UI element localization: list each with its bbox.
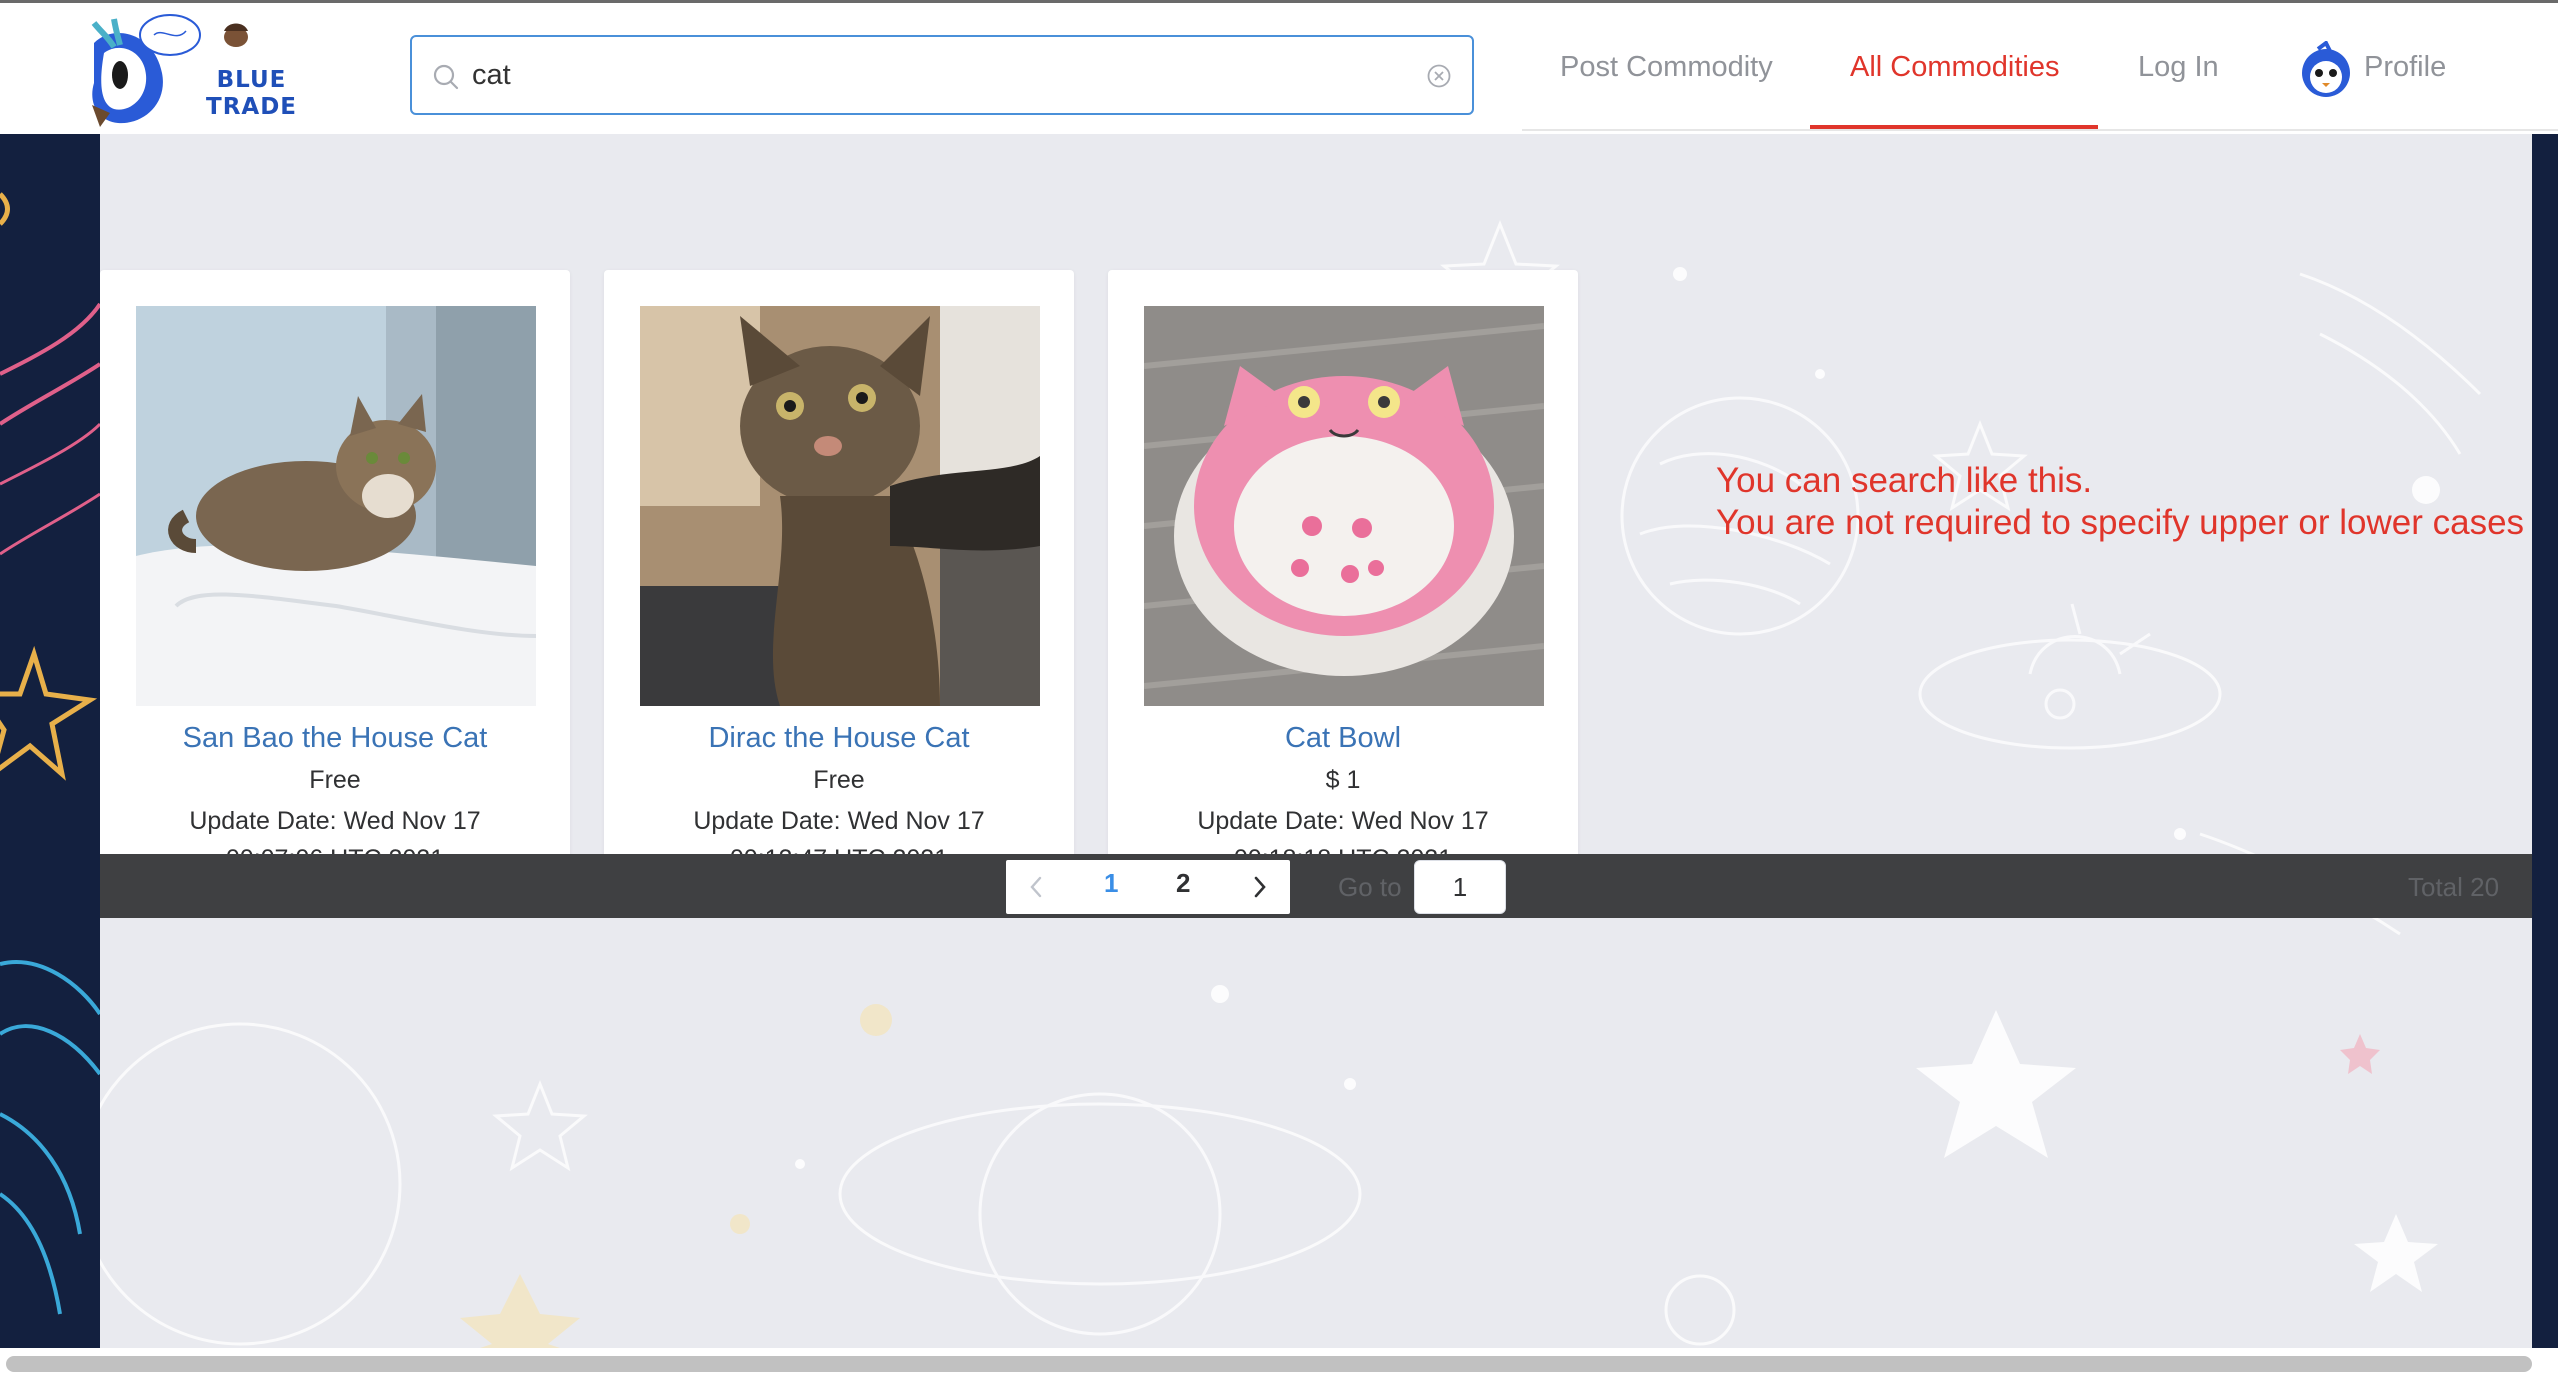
product-card[interactable]: Dirac the House Cat Free Update Date: We…	[604, 270, 1074, 886]
page-number-current[interactable]: 1	[1104, 868, 1118, 899]
product-price: Free	[813, 766, 865, 794]
product-price: Free	[309, 766, 361, 794]
nav-post-commodity[interactable]: Post Commodity	[1560, 51, 1773, 84]
pagination-controls	[1006, 860, 1290, 914]
tabby-cat-photo	[136, 306, 536, 706]
prev-page-chevron-icon[interactable]	[1026, 872, 1046, 902]
product-image[interactable]	[136, 306, 536, 706]
search-input[interactable]	[472, 53, 1372, 97]
product-image[interactable]	[1144, 306, 1544, 706]
tabby-cat-selfie-photo	[640, 306, 1040, 706]
date-line: Update Date: Wed Nov 17	[189, 807, 481, 835]
pink-cat-bowl-photo	[1144, 306, 1544, 706]
product-card[interactable]: Cat Bowl $ 1 Update Date: Wed Nov 17 00:…	[1108, 270, 1578, 886]
right-decor-strip	[2532, 134, 2558, 1348]
hint-line: You can search like this.	[1716, 461, 2093, 500]
goto-page-input[interactable]	[1414, 860, 1506, 914]
next-page-chevron-icon[interactable]	[1250, 872, 1270, 902]
nav-profile[interactable]: Profile	[2364, 51, 2446, 84]
clear-icon[interactable]	[1426, 63, 1452, 89]
page-number[interactable]: 2	[1176, 868, 1190, 899]
main-content-area: San Bao the House Cat Free Update Date: …	[100, 134, 2532, 1348]
active-tab-indicator	[1810, 125, 2098, 129]
horizontal-scrollbar-thumb[interactable]	[6, 1356, 2532, 1372]
product-title[interactable]: Cat Bowl	[1108, 722, 1578, 755]
total-count: Total 20	[2408, 872, 2500, 902]
pagination-bar	[100, 854, 2532, 918]
logo-line-trade: TRADE	[206, 94, 298, 120]
profile-avatar-icon[interactable]	[2296, 41, 2356, 101]
left-decor-strip	[0, 134, 100, 1348]
goto-label: Go to	[1338, 872, 1402, 902]
top-header: BLUE TRADE Post Commodity All Commoditie…	[0, 0, 2558, 134]
space-decor-left	[0, 192, 100, 1315]
search-icon	[433, 64, 459, 90]
hint-line: You are not required to specify upper or…	[1716, 503, 2525, 542]
product-price: $ 1	[1325, 766, 1361, 794]
product-card[interactable]: San Bao the House Cat Free Update Date: …	[100, 270, 570, 886]
nav-all-commodities[interactable]: All Commodities	[1850, 51, 2060, 84]
logo-wordmark: BLUE TRADE	[206, 67, 297, 121]
product-image[interactable]	[640, 306, 1040, 706]
date-line: Update Date: Wed Nov 17	[1197, 807, 1489, 835]
logo-line-blue: BLUE	[216, 67, 287, 93]
product-title[interactable]: Dirac the House Cat	[604, 722, 1074, 755]
nav-log-in[interactable]: Log In	[2138, 51, 2219, 84]
search-hint-text: You can search like this. You are not re…	[1716, 460, 2524, 544]
search-box[interactable]	[410, 35, 1474, 115]
date-line: Update Date: Wed Nov 17	[693, 807, 985, 835]
product-title[interactable]: San Bao the House Cat	[100, 722, 570, 755]
